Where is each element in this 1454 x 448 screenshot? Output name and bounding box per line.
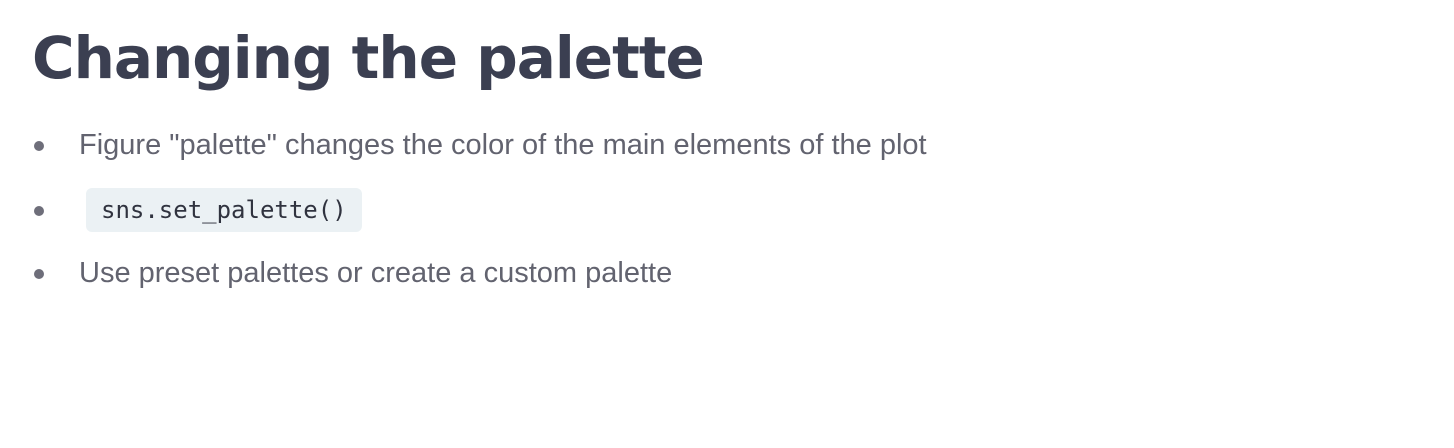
bullet-text: Figure "palette" changes the color of th… <box>79 129 927 161</box>
slide: Changing the palette Figure "palette" ch… <box>0 0 1454 448</box>
bullet-dot-icon <box>34 206 44 216</box>
bullet-dot-icon <box>34 141 44 151</box>
code-snippet: sns.set_palette() <box>86 188 362 232</box>
slide-title: Changing the palette <box>32 24 705 92</box>
bullet-dot-icon <box>34 269 44 279</box>
bullet-text: Use preset palettes or create a custom p… <box>79 257 673 289</box>
